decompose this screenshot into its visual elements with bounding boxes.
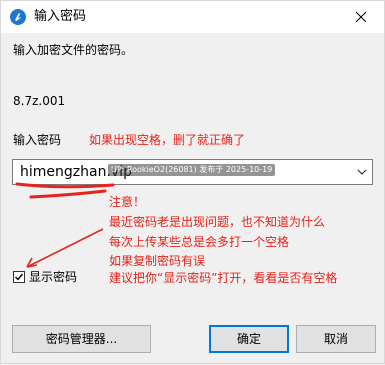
password-combobox[interactable]: himengzhan.vip UP: RookieO2(26081) 发布于 2… xyxy=(12,159,373,185)
archive-filename: 8.7z.001 xyxy=(13,94,66,108)
show-password-label: 显示密码 xyxy=(29,270,78,284)
annotation-line-5: 建议把你“显示密码”打开，看看是否有空格 xyxy=(109,271,338,285)
annotation-top-note: 如果出现空格，删了就正确了 xyxy=(89,133,246,147)
password-label: 输入密码 xyxy=(13,133,62,147)
close-icon xyxy=(356,12,366,22)
ok-button[interactable]: 确定 xyxy=(209,325,289,353)
annotation-line-3: 每次上传某些总是会多打一个空格 xyxy=(109,235,290,249)
window-title: 输入密码 xyxy=(34,9,87,24)
chevron-down-icon[interactable] xyxy=(357,167,367,177)
close-button[interactable] xyxy=(338,1,384,33)
watermark-text: UP: RookieO2(26081) 发布于 2025-10-19 xyxy=(108,164,276,176)
cancel-button[interactable]: 取消 xyxy=(296,325,376,353)
dialog-prompt: 输入加密文件的密码。 xyxy=(13,43,134,57)
check-icon xyxy=(15,273,24,281)
arrow-head xyxy=(26,257,38,268)
password-manager-button[interactable]: 密码管理器... xyxy=(12,325,151,353)
app-logo-icon xyxy=(10,9,26,25)
annotation-line-4: 如果复制密码有误 xyxy=(109,254,206,268)
password-dialog: 输入密码 输入加密文件的密码。 8.7z.001 输入密码 如果出现空格，删了就… xyxy=(0,0,385,364)
underline-mark-2 xyxy=(29,189,107,199)
annotation-line-1: 注意！ xyxy=(109,195,146,209)
arrow-line xyxy=(26,228,104,268)
annotation-line-2: 最近密码老是出现问题，也不知道为什么 xyxy=(109,215,326,229)
checkbox-box[interactable] xyxy=(13,271,25,283)
show-password-checkbox[interactable]: 显示密码 xyxy=(13,270,77,284)
title-bar: 输入密码 xyxy=(1,1,384,33)
